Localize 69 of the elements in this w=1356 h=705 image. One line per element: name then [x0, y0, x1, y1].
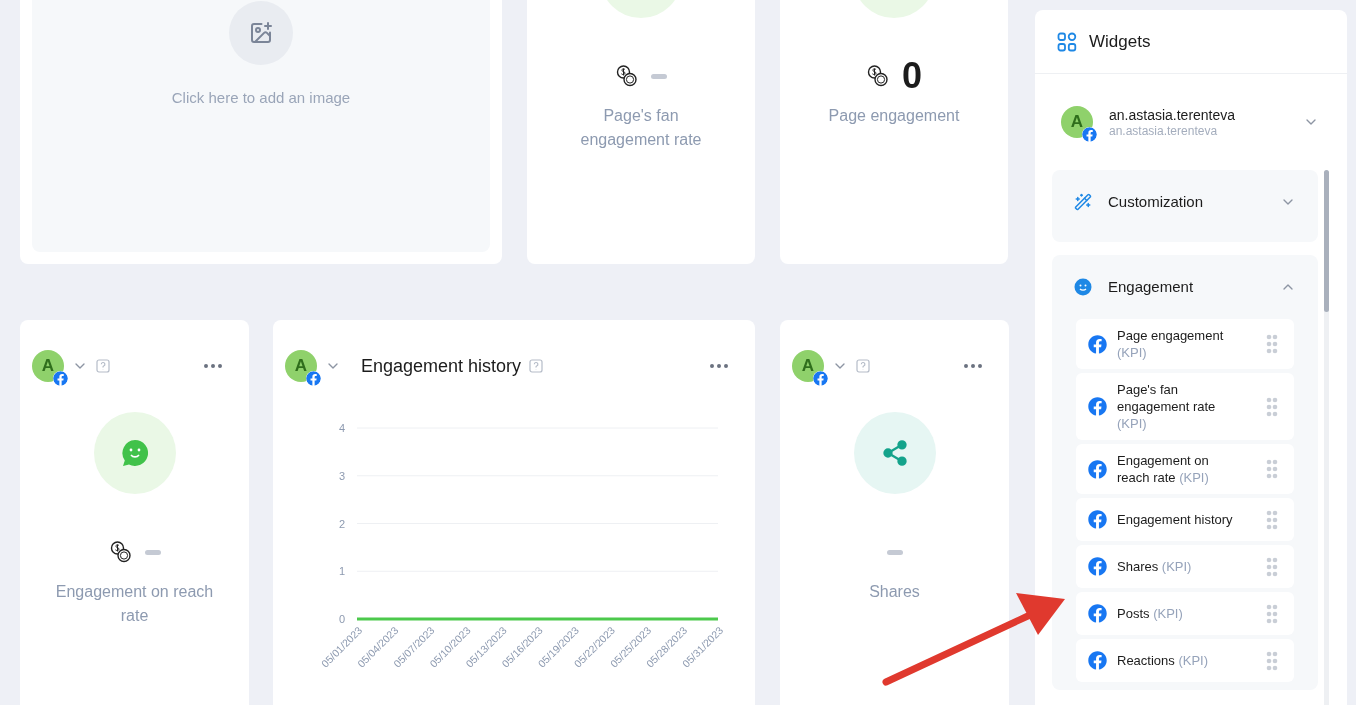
- coins-icon: [866, 64, 890, 88]
- facebook-icon: [1088, 557, 1107, 576]
- widget-name: Page engagement (KPI): [1117, 327, 1225, 361]
- widget-name: Reactions (KPI): [1117, 652, 1210, 669]
- widget-name: Posts (KPI): [1117, 605, 1184, 622]
- facebook-icon: [1088, 510, 1107, 529]
- drag-handle-icon[interactable]: [1266, 459, 1278, 479]
- help-icon[interactable]: [856, 359, 870, 373]
- facebook-icon: [306, 371, 321, 386]
- y-tick-label: 2: [338, 517, 345, 530]
- widget-list-item[interactable]: Posts (KPI): [1076, 592, 1294, 635]
- widget-list-item[interactable]: Engagement on reach rate (KPI): [1076, 444, 1294, 494]
- drag-handle-icon[interactable]: [1266, 334, 1278, 354]
- widgets-icon: [1057, 31, 1077, 52]
- y-tick-label: 4: [338, 422, 345, 434]
- kpi-label: Engagement on reach rate: [54, 582, 215, 626]
- drag-handle-icon[interactable]: [1266, 556, 1278, 577]
- facebook-icon: [1088, 334, 1107, 354]
- widget-name: Page's fan engagement rate (KPI): [1117, 381, 1217, 432]
- smiley-icon: [1074, 278, 1092, 296]
- section-header[interactable]: Engagement: [1052, 255, 1318, 319]
- help-icon[interactable]: [529, 359, 544, 373]
- image-icon: [249, 21, 273, 45]
- widget-list-item[interactable]: Page engagement (KPI): [1076, 319, 1294, 369]
- drag-handle-icon[interactable]: [1266, 396, 1278, 417]
- facebook-icon: [53, 371, 68, 386]
- kpi-label: Page engagement: [828, 106, 960, 126]
- smiling-chat-icon: [119, 438, 150, 468]
- empty-value-bar: [144, 549, 161, 555]
- widget-name: Engagement history: [1117, 511, 1234, 528]
- kpi-label: Shares: [869, 582, 920, 602]
- help-icon[interactable]: [96, 359, 110, 373]
- drag-handle-icon[interactable]: [1266, 509, 1278, 530]
- widget-title: Engagement history: [361, 354, 522, 378]
- empty-value-bar: [886, 549, 903, 555]
- drag-handle-icon[interactable]: [1266, 603, 1278, 624]
- coins-icon: [615, 64, 639, 88]
- facebook-icon: [1088, 397, 1107, 416]
- panel-title: Widgets: [1089, 30, 1151, 53]
- facebook-icon: [1088, 651, 1107, 670]
- scrollbar[interactable]: [1324, 170, 1329, 705]
- facebook-icon: [1082, 127, 1097, 143]
- account-name: an.astasia.terenteva: [1109, 105, 1236, 124]
- avatar: A: [1061, 106, 1093, 139]
- kpi-label: Page's fan engagement rate: [579, 106, 703, 150]
- y-tick-label: 1: [338, 565, 345, 578]
- widget-list-item[interactable]: Reactions (KPI): [1076, 639, 1294, 682]
- avatar: A: [32, 350, 64, 382]
- facebook-icon: [1088, 604, 1107, 623]
- widget-name: Shares (KPI): [1117, 558, 1193, 575]
- kpi-value: 0: [902, 58, 922, 94]
- widget-name: Engagement on reach rate (KPI): [1117, 452, 1210, 486]
- avatar: A: [285, 350, 317, 382]
- facebook-icon: [813, 371, 828, 386]
- y-tick-label: 3: [338, 469, 345, 482]
- add-image-hint: Click here to add an image: [171, 88, 351, 108]
- widget-list-item[interactable]: Page's fan engagement rate (KPI): [1076, 373, 1294, 440]
- widget-list-item[interactable]: Engagement history: [1076, 498, 1294, 541]
- coins-icon: [108, 540, 133, 564]
- account-handle: an.astasia.terenteva: [1109, 123, 1219, 139]
- avatar: A: [792, 350, 824, 382]
- magic-wand-icon: [1074, 193, 1092, 211]
- facebook-icon: [1088, 459, 1107, 479]
- widget-list-item[interactable]: Shares (KPI): [1076, 545, 1294, 588]
- empty-value-bar: [651, 73, 667, 79]
- y-tick-label: 0: [338, 613, 345, 625]
- drag-handle-icon[interactable]: [1266, 650, 1278, 671]
- share-icon: [880, 439, 909, 467]
- section-header[interactable]: Customization: [1052, 170, 1318, 234]
